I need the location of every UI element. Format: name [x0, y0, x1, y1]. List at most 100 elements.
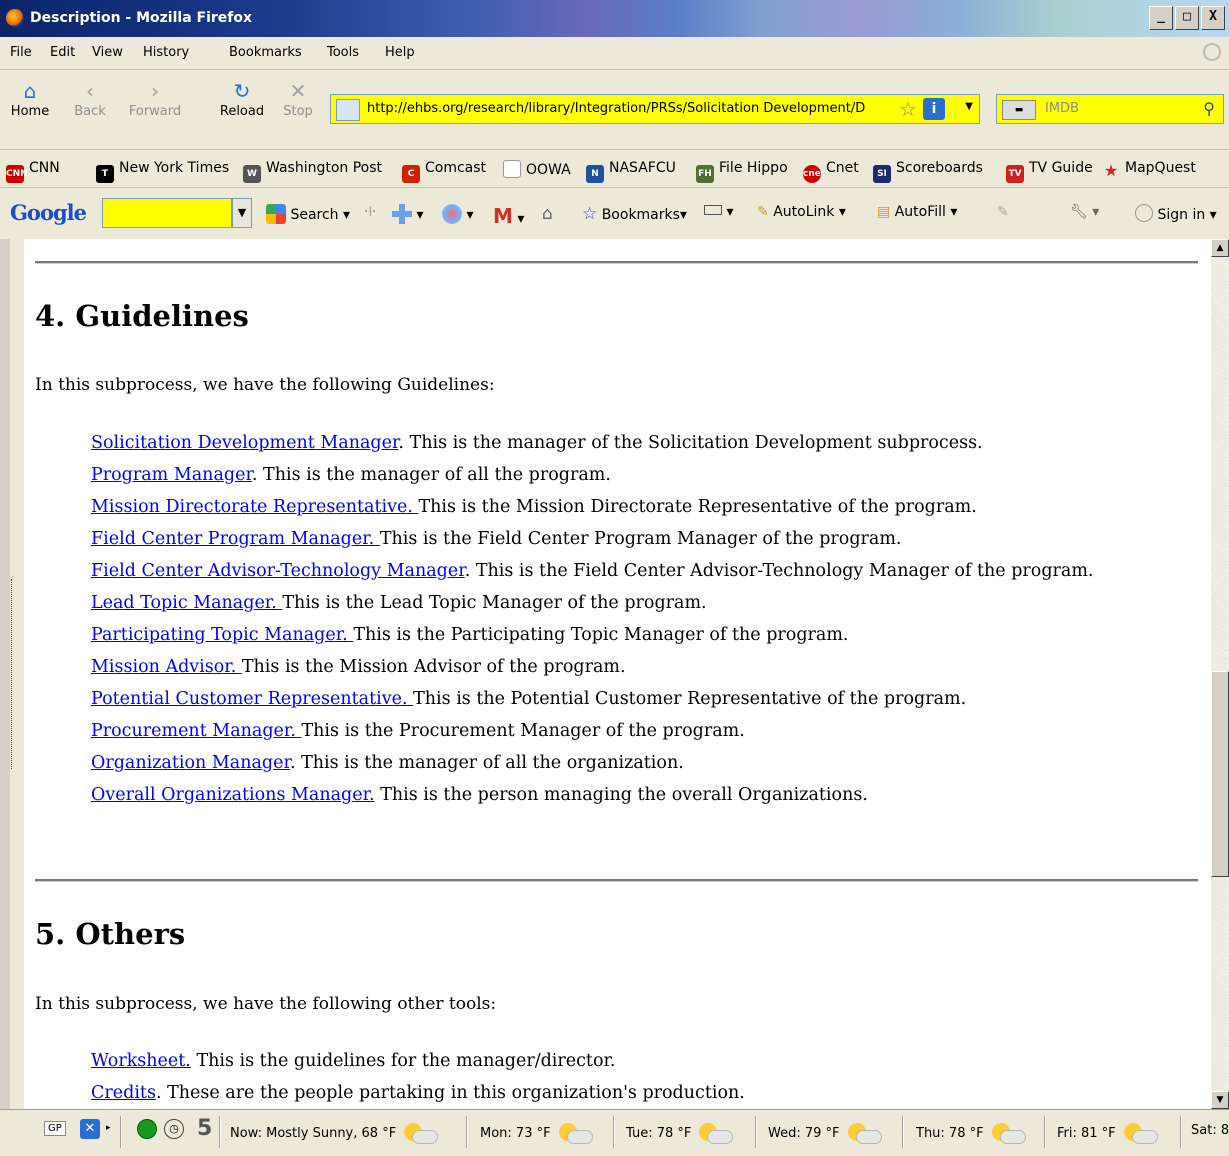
close-button[interactable]: X [1201, 6, 1225, 30]
link-participating-topic-manager[interactable]: Participating Topic Manager. [91, 625, 353, 645]
link-lead-topic-manager[interactable]: Lead Topic Manager. [91, 593, 282, 613]
splitter-grip[interactable] [11, 579, 18, 769]
status-separator [219, 1116, 221, 1148]
reload-button[interactable]: ↻ Reload [214, 78, 270, 119]
autofill-label: AutoFill [894, 204, 946, 220]
weather-thu[interactable]: Thu: 78 °F [916, 1123, 1026, 1144]
bookmark-wapo[interactable]: W Washington Post [243, 160, 382, 183]
menu-file[interactable]: File [10, 45, 32, 60]
bookmark-label: OOWA [526, 162, 571, 178]
link-organization-manager[interactable]: Organization Manager [91, 753, 290, 773]
autofill-icon: ▤ [877, 204, 891, 220]
guidelines-intro: In this subprocess, we have the followin… [35, 375, 495, 395]
bookmark-tvguide[interactable]: TV TV Guide [1006, 160, 1093, 183]
wrench-icon[interactable]: 🔧︎ ▾ [1070, 204, 1099, 220]
menu-help[interactable]: Help [385, 45, 415, 60]
translate-button[interactable]: ▾ [392, 204, 423, 224]
bookmark-nasafcu[interactable]: N NASAFCU [586, 160, 676, 183]
menu-edit[interactable]: Edit [50, 45, 75, 60]
bookmark-scoreboards[interactable]: SI Scoreboards [873, 160, 983, 183]
google-search-input[interactable] [102, 198, 232, 228]
back-button[interactable]: ‹ Back [68, 78, 112, 119]
pen-icon[interactable]: ✎ [997, 204, 1009, 220]
link-overall-organizations-manager[interactable]: Overall Organizations Manager. [91, 785, 375, 805]
scroll-up-icon[interactable]: ▲ [1211, 239, 1229, 257]
bookmark-mapquest[interactable]: ★ MapQuest [1102, 160, 1196, 180]
item-description: . This is the Field Center Advisor-Techn… [464, 561, 1094, 581]
weather-label: Wed: 79 °F [768, 1126, 840, 1141]
weather-wed[interactable]: Wed: 79 °F [768, 1123, 882, 1144]
link-potential-customer-representative[interactable]: Potential Customer Representative. [91, 689, 413, 709]
stop-button[interactable]: ✕ Stop [278, 78, 318, 119]
bookmark-oowa[interactable]: OOWA [503, 160, 571, 178]
bookmark-label: File Hippo [719, 160, 788, 176]
partly-sunny-icon [697, 1123, 734, 1144]
site-identity-icon[interactable] [336, 99, 360, 121]
bookmark-filehippo[interactable]: FH File Hippo [696, 160, 788, 183]
addon-x-icon[interactable]: ✕ [80, 1119, 100, 1139]
google-logo: Google [10, 200, 87, 225]
scrollbar-thumb[interactable] [1211, 671, 1229, 877]
bookmarks-share-button[interactable]: ▾ [442, 204, 473, 224]
forward-button[interactable]: › Forward [120, 78, 190, 119]
autolink-button[interactable]: ✎ AutoLink ▾ [757, 204, 846, 220]
info-icon[interactable]: i [923, 98, 945, 120]
weather-tue[interactable]: Tue: 78 °F [626, 1123, 734, 1144]
list-item: Mission Advisor. This is the Mission Adv… [91, 657, 626, 677]
link-mission-directorate-representative[interactable]: Mission Directorate Representative. [91, 497, 418, 517]
gp-badge[interactable]: GP [44, 1121, 66, 1136]
gmail-button[interactable]: M ▾ [493, 204, 524, 228]
home-pages-button[interactable]: ⌂ [542, 204, 553, 224]
forward-label: Forward [128, 104, 182, 119]
bookmarks-toolbar: CNNCNN T New York Times W Washington Post … [0, 149, 1229, 188]
vertical-scrollbar[interactable]: ▲ ▼ [1211, 239, 1229, 1109]
link-procurement-manager[interactable]: Procurement Manager. [91, 721, 301, 741]
weather-mon[interactable]: Mon: 73 °F [480, 1123, 593, 1144]
menu-bookmarks[interactable]: Bookmarks [229, 45, 302, 60]
weather-fri[interactable]: Fri: 81 °F [1057, 1123, 1158, 1144]
google-search-dropdown-icon[interactable]: ▼ [232, 198, 252, 228]
home-button[interactable]: ⌂ Home [8, 78, 52, 119]
google-bookmarks-button[interactable]: ☆ Bookmarks▾ [582, 204, 687, 224]
list-item: Credits. These are the people partaking … [91, 1083, 745, 1103]
sign-in-button[interactable]: Sign in ▾ [1135, 204, 1217, 223]
menu-history[interactable]: History [143, 45, 189, 60]
weather-now[interactable]: Now: Mostly Sunny, 68 °F [230, 1123, 439, 1144]
scroll-down-icon[interactable]: ▼ [1211, 1091, 1229, 1109]
google-search-button[interactable]: Search ▾ [266, 204, 350, 224]
bookmark-nyt[interactable]: T New York Times [96, 160, 229, 183]
menu-view[interactable]: View [92, 45, 123, 60]
user-circle-icon [1135, 204, 1153, 222]
google-search-label: Search [290, 207, 339, 223]
link-field-center-advisor-technology-manager[interactable]: Field Center Advisor-Technology Manager [91, 561, 465, 581]
bookmark-comcast[interactable]: C Comcast [402, 160, 486, 183]
link-solicitation-development-manager[interactable]: Solicitation Development Manager [91, 433, 398, 453]
url-text[interactable]: http://ehbs.org/research/library/Integra… [367, 101, 887, 116]
link-mission-advisor[interactable]: Mission Advisor. [91, 657, 242, 677]
link-field-center-program-manager[interactable]: Field Center Program Manager. [91, 529, 380, 549]
weather-sat[interactable]: Sat: 8 [1191, 1123, 1229, 1138]
bookmark-star-icon[interactable]: ☆ [899, 97, 917, 121]
minimize-button[interactable]: _ [1149, 6, 1173, 30]
frame-splitter[interactable] [10, 239, 25, 1109]
menu-tools[interactable]: Tools [327, 45, 359, 60]
link-program-manager[interactable]: Program Manager [91, 465, 252, 485]
addon-arrow-icon[interactable]: ▸ [106, 1123, 111, 1133]
search-placeholder[interactable]: IMDB [1045, 101, 1079, 116]
maximize-button[interactable]: □ [1175, 6, 1199, 30]
clock-icon[interactable]: ◷ [164, 1119, 184, 1139]
section-divider [35, 261, 1198, 264]
link-credits[interactable]: Credits [91, 1083, 156, 1103]
url-dropdown-icon[interactable]: ▼ [965, 101, 973, 112]
bookmark-cnn[interactable]: CNNCNN [6, 160, 60, 183]
url-bar[interactable]: http://ehbs.org/research/library/Integra… [330, 94, 980, 124]
partly-sunny-icon [402, 1123, 439, 1144]
bookmark-cnet[interactable]: cnetCnet [803, 160, 859, 183]
search-go-icon[interactable]: ⚲ [1203, 99, 1215, 118]
link-worksheet[interactable]: Worksheet. [91, 1051, 191, 1071]
autofill-button[interactable]: ▤ AutoFill ▾ [877, 204, 957, 220]
status-green-icon[interactable] [137, 1119, 157, 1139]
search-engine-icon[interactable]: ▬ [1002, 100, 1036, 120]
form-button[interactable]: ▾ [704, 204, 733, 220]
search-box[interactable]: ▬ IMDB ⚲ [996, 94, 1224, 124]
